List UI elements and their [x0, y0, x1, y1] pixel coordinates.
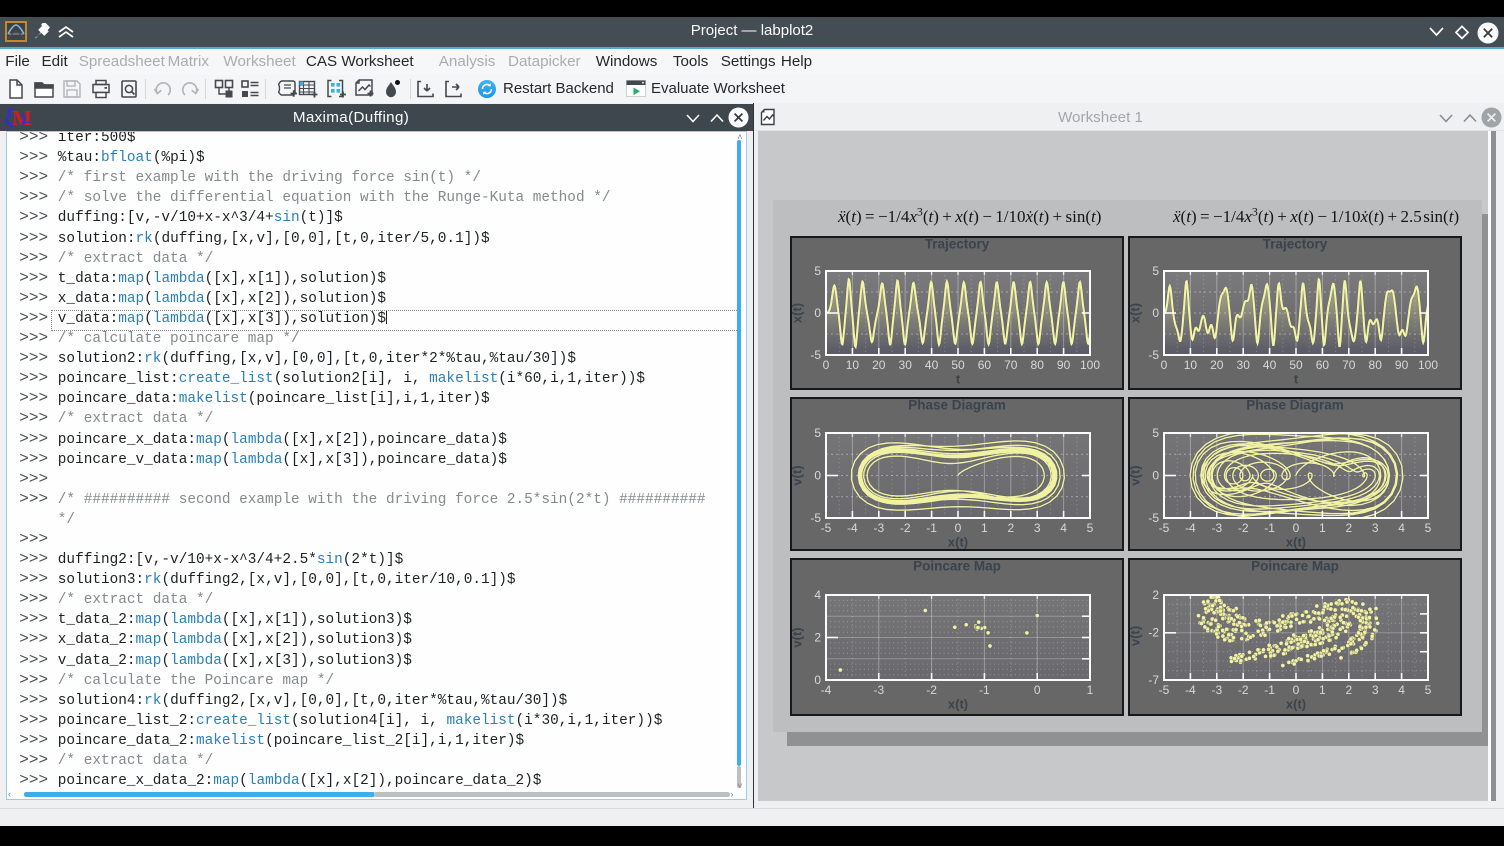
svg-text:0: 0 [814, 468, 821, 482]
svg-text:-5: -5 [810, 348, 821, 362]
svg-text:0: 0 [1161, 358, 1168, 372]
svg-text:-3: -3 [873, 521, 884, 535]
svg-text:4: 4 [1398, 521, 1405, 535]
svg-text:90: 90 [1057, 358, 1071, 372]
svg-text:2: 2 [1152, 588, 1159, 602]
svg-text:1: 1 [1087, 683, 1094, 697]
svg-text:0: 0 [814, 673, 821, 687]
svg-text:-5: -5 [1148, 511, 1159, 525]
svg-text:4: 4 [814, 588, 821, 602]
svg-text:10: 10 [846, 358, 860, 372]
svg-text:70: 70 [1342, 358, 1356, 372]
svg-text:t: t [956, 372, 961, 387]
svg-text:3: 3 [1034, 521, 1041, 535]
svg-text:2: 2 [814, 630, 821, 644]
svg-text:5: 5 [1425, 683, 1432, 697]
svg-text:-2: -2 [1238, 521, 1249, 535]
svg-text:x(t): x(t) [790, 303, 805, 323]
svg-text:-5: -5 [1159, 521, 1170, 535]
svg-text:0: 0 [955, 521, 962, 535]
svg-text:5: 5 [1087, 521, 1094, 535]
svg-text:5: 5 [1152, 426, 1159, 440]
svg-text:3: 3 [1372, 683, 1379, 697]
svg-text:-4: -4 [847, 521, 858, 535]
svg-text:4: 4 [1398, 683, 1405, 697]
svg-text:-5: -5 [821, 521, 832, 535]
svg-text:70: 70 [1004, 358, 1018, 372]
svg-text:-2: -2 [926, 683, 937, 697]
svg-text:2: 2 [1007, 521, 1014, 535]
svg-text:100: 100 [1080, 358, 1100, 372]
svg-text:80: 80 [1031, 358, 1045, 372]
svg-text:5: 5 [814, 264, 821, 278]
svg-text:-2: -2 [1238, 683, 1249, 697]
svg-text:x(t): x(t) [948, 535, 968, 550]
svg-text:0: 0 [1293, 683, 1300, 697]
svg-text:x(t): x(t) [1286, 697, 1306, 712]
svg-text:4: 4 [1060, 521, 1067, 535]
svg-text:0: 0 [814, 306, 821, 320]
svg-text:-5: -5 [1148, 348, 1159, 362]
svg-text:x(t): x(t) [1286, 535, 1306, 550]
svg-text:0: 0 [1034, 683, 1041, 697]
svg-text:0: 0 [1152, 306, 1159, 320]
svg-text:v(t): v(t) [1128, 465, 1143, 485]
svg-text:1: 1 [1319, 683, 1326, 697]
svg-text:Poincare Map: Poincare Map [913, 559, 1001, 574]
svg-text:60: 60 [978, 358, 992, 372]
svg-text:-1: -1 [926, 521, 937, 535]
svg-text:x(t): x(t) [1128, 303, 1143, 323]
svg-text:40: 40 [1263, 358, 1277, 372]
svg-text:0: 0 [823, 358, 830, 372]
svg-text:5: 5 [1152, 264, 1159, 278]
svg-text:0: 0 [1293, 521, 1300, 535]
svg-text:1: 1 [1319, 521, 1326, 535]
svg-text:20: 20 [872, 358, 886, 372]
svg-text:Trajectory: Trajectory [1263, 237, 1328, 252]
svg-text:-7: -7 [1148, 673, 1159, 687]
svg-text:5: 5 [814, 426, 821, 440]
svg-text:-4: -4 [1185, 521, 1196, 535]
svg-text:v(t): v(t) [790, 627, 805, 647]
svg-text:1: 1 [981, 521, 988, 535]
svg-text:2: 2 [1345, 521, 1352, 535]
svg-text:-1: -1 [1264, 521, 1275, 535]
svg-text:20: 20 [1210, 358, 1224, 372]
svg-text:-5: -5 [810, 511, 821, 525]
svg-text:50: 50 [1289, 358, 1303, 372]
svg-text:x(t): x(t) [948, 697, 968, 712]
svg-text:-3: -3 [1211, 683, 1222, 697]
svg-text:30: 30 [1237, 358, 1251, 372]
svg-text:-3: -3 [873, 683, 884, 697]
svg-text:2: 2 [1345, 683, 1352, 697]
svg-text:40: 40 [925, 358, 939, 372]
svg-text:v(t): v(t) [1128, 626, 1143, 646]
svg-text:0: 0 [1152, 468, 1159, 482]
svg-text:t: t [1294, 372, 1299, 387]
svg-text:v(t): v(t) [790, 465, 805, 485]
svg-text:-1: -1 [979, 683, 990, 697]
svg-text:10: 10 [1184, 358, 1198, 372]
svg-text:-5: -5 [1159, 683, 1170, 697]
svg-text:90: 90 [1395, 358, 1409, 372]
svg-text:Trajectory: Trajectory [925, 237, 990, 252]
svg-text:Phase Diagram: Phase Diagram [908, 398, 1006, 413]
svg-text:-3: -3 [1211, 521, 1222, 535]
svg-text:Phase Diagram: Phase Diagram [1246, 398, 1344, 413]
svg-text:30: 30 [899, 358, 913, 372]
svg-text:100: 100 [1418, 358, 1438, 372]
svg-text:50: 50 [951, 358, 965, 372]
svg-text:60: 60 [1316, 358, 1330, 372]
svg-text:80: 80 [1369, 358, 1383, 372]
svg-text:-2: -2 [1148, 626, 1159, 640]
svg-text:3: 3 [1372, 521, 1379, 535]
svg-text:-4: -4 [1185, 683, 1196, 697]
svg-text:-2: -2 [900, 521, 911, 535]
svg-text:-1: -1 [1264, 683, 1275, 697]
svg-text:5: 5 [1425, 521, 1432, 535]
svg-text:Poincare Map: Poincare Map [1251, 559, 1339, 574]
svg-text:-4: -4 [821, 683, 832, 697]
